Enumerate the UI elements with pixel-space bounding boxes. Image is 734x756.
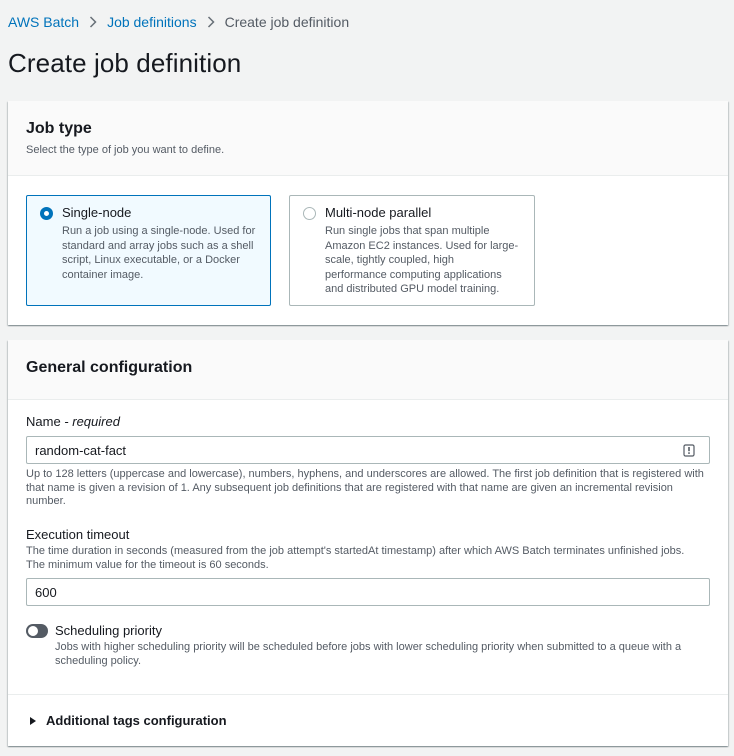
multi-node-parallel-option[interactable]: Multi-node parallel Run single jobs that… xyxy=(289,195,535,306)
chevron-right-icon xyxy=(89,16,97,28)
single-node-option[interactable]: Single-node Run a job using a single-nod… xyxy=(26,195,271,306)
page-title: Create job definition xyxy=(8,48,242,78)
name-input-value: random-cat-fact xyxy=(35,443,127,458)
breadcrumb-current: Create job definition xyxy=(224,14,350,30)
job-type-header: Job type Select the type of job you want… xyxy=(8,101,728,176)
breadcrumb-aws-batch-link[interactable]: AWS Batch xyxy=(8,14,79,30)
execution-timeout-label: Execution timeout xyxy=(26,527,130,542)
single-node-label: Single-node xyxy=(62,205,132,220)
section-divider xyxy=(8,694,728,695)
radio-selected-icon[interactable] xyxy=(40,207,53,220)
job-type-panel: Job type Select the type of job you want… xyxy=(8,101,728,325)
general-configuration-header: General configuration xyxy=(8,340,728,400)
job-type-title: Job type xyxy=(26,120,92,137)
chevron-right-icon xyxy=(207,16,215,28)
single-node-description: Run a job using a single-node. Used for … xyxy=(62,225,256,281)
name-field-label: Name - required xyxy=(26,414,120,429)
job-type-description: Select the type of job you want to defin… xyxy=(26,144,225,156)
required-indicator: - required xyxy=(60,414,120,429)
execution-timeout-input[interactable]: 600 xyxy=(26,578,710,606)
general-configuration-panel: General configuration Name - required ra… xyxy=(8,340,728,746)
scheduling-priority-toggle[interactable] xyxy=(26,624,48,638)
breadcrumb: AWS Batch Job definitions Create job def… xyxy=(8,12,349,32)
autofill-key-icon[interactable] xyxy=(683,444,695,457)
name-input[interactable]: random-cat-fact xyxy=(26,436,710,464)
additional-tags-label: Additional tags configuration xyxy=(46,713,227,728)
radio-unselected-icon[interactable] xyxy=(303,207,316,220)
execution-timeout-value: 600 xyxy=(35,585,57,600)
name-hint: Up to 128 letters (uppercase and lowerca… xyxy=(26,468,704,507)
toggle-knob xyxy=(28,626,38,636)
scheduling-priority-label: Scheduling priority xyxy=(55,623,162,638)
multi-node-parallel-description: Run single jobs that span multiple Amazo… xyxy=(325,225,519,295)
caret-right-icon xyxy=(30,716,36,725)
general-configuration-title: General configuration xyxy=(26,359,193,376)
breadcrumb-job-definitions-link[interactable]: Job definitions xyxy=(107,14,197,30)
additional-tags-expander[interactable]: Additional tags configuration xyxy=(26,713,227,728)
execution-timeout-hint: The time duration in seconds (measured f… xyxy=(26,545,685,571)
scheduling-priority-description: Jobs with higher scheduling priority wil… xyxy=(55,641,682,667)
multi-node-parallel-label: Multi-node parallel xyxy=(325,205,432,220)
